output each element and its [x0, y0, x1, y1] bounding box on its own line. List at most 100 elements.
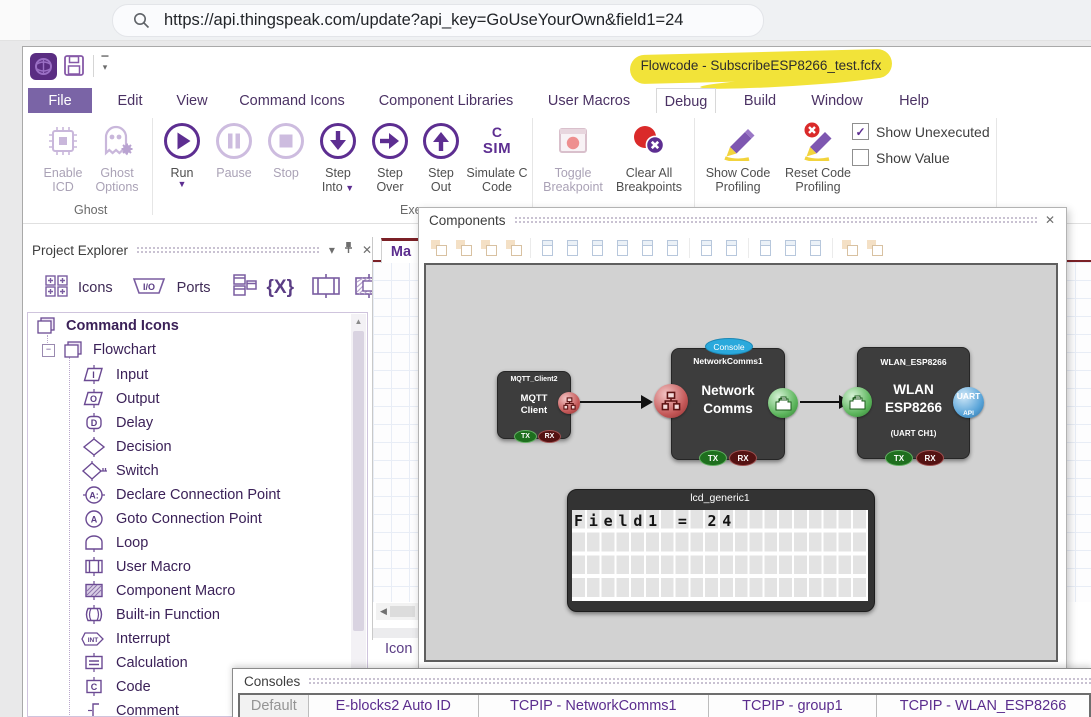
- grid-snap-icon[interactable]: [807, 239, 824, 256]
- tree-item-interrupt[interactable]: INT Interrupt: [80, 629, 170, 649]
- tree-item-loop[interactable]: Loop: [80, 533, 148, 552]
- ports-label[interactable]: Ports: [177, 280, 211, 296]
- clear-all-breakpoints-button[interactable]: Clear All Breakpoints: [610, 120, 688, 195]
- send-to-back-icon[interactable]: [505, 239, 522, 256]
- pin-icon[interactable]: [343, 241, 354, 259]
- quick-access-caret-icon[interactable]: ▔▾: [100, 58, 110, 70]
- reset-code-profiling-button[interactable]: Reset Code Profiling: [778, 120, 858, 195]
- tree-item-delay[interactable]: D Delay: [80, 413, 153, 432]
- checkbox-icon[interactable]: [852, 149, 869, 166]
- console-tab-eblocks2-auto-id[interactable]: E-blocks2 Auto ID: [309, 695, 479, 717]
- uart-api-connector-icon[interactable]: UARTAPI: [953, 387, 984, 418]
- ports-icon[interactable]: I/O: [130, 276, 168, 301]
- menu-tab-view[interactable]: View: [168, 88, 216, 113]
- tree-item-builtin-function[interactable]: Built-in Function: [80, 605, 220, 624]
- show-value-checkbox[interactable]: Show Value: [852, 149, 950, 166]
- simulate-c-code-button[interactable]: CSIM Simulate C Code: [466, 120, 528, 195]
- step-over-button[interactable]: Step Over: [366, 120, 414, 195]
- tree-item-decision[interactable]: Decision: [80, 437, 172, 457]
- scroll-left-icon[interactable]: ◀: [376, 606, 387, 617]
- console-tab-default[interactable]: Default: [240, 695, 309, 717]
- menu-tab-user-macros[interactable]: User Macros: [544, 88, 634, 113]
- tree-item-user-macro[interactable]: User Macro: [80, 557, 191, 576]
- align-middle-icon[interactable]: [639, 239, 656, 256]
- show-unexecuted-checkbox[interactable]: ✓ Show Unexecuted: [852, 123, 990, 140]
- panel-drag-texture[interactable]: [308, 677, 1091, 686]
- stop-button[interactable]: Stop: [262, 120, 310, 180]
- tree-scrollbar[interactable]: ▲: [351, 314, 366, 716]
- bring-to-front-icon[interactable]: [480, 239, 497, 256]
- menu-tab-help[interactable]: Help: [892, 88, 936, 113]
- space-horizontal-icon[interactable]: [757, 239, 774, 256]
- horizontal-scrollbar[interactable]: ◀: [376, 603, 418, 620]
- menu-tab-command-icons[interactable]: Command Icons: [238, 88, 346, 113]
- network-connector-icon[interactable]: [654, 384, 688, 418]
- lcd-name: lcd_generic1: [567, 492, 873, 504]
- close-icon[interactable]: ✕: [1045, 213, 1055, 227]
- windows-layout-icon[interactable]: [232, 273, 258, 304]
- collapse-expander[interactable]: −: [42, 344, 55, 357]
- checkbox-icon[interactable]: ✓: [852, 123, 869, 140]
- align-center-icon[interactable]: [564, 239, 581, 256]
- expression-icon[interactable]: {X}: [267, 277, 294, 299]
- delay-icon: D: [80, 413, 108, 432]
- tree-item-goto-connection-point[interactable]: A Goto Connection Point: [80, 509, 262, 529]
- ghost-options-button[interactable]: Ghost Options: [88, 120, 146, 195]
- bring-forward-icon[interactable]: [430, 239, 447, 256]
- distribute-horizontal-icon[interactable]: [698, 239, 715, 256]
- url-text[interactable]: https://api.thingspeak.com/update?api_ke…: [164, 11, 683, 30]
- enable-icd-button[interactable]: Enable ICD: [36, 120, 90, 195]
- menu-tab-edit[interactable]: Edit: [108, 88, 152, 113]
- menu-tab-build[interactable]: Build: [738, 88, 782, 113]
- panel-drag-texture[interactable]: [514, 216, 1037, 225]
- icons-view-icon[interactable]: [45, 275, 69, 302]
- icons-view-label[interactable]: Icons: [78, 280, 113, 296]
- send-backward-icon[interactable]: [455, 239, 472, 256]
- tree-root-command-icons[interactable]: Command Icons: [36, 317, 179, 335]
- tree-item-calculation[interactable]: Calculation: [80, 653, 188, 672]
- toggle-breakpoint-button[interactable]: Toggle Breakpoint: [538, 120, 608, 195]
- pause-button[interactable]: Pause: [210, 120, 258, 180]
- tree-item-output[interactable]: O Output: [80, 389, 160, 408]
- close-icon[interactable]: ✕: [362, 243, 372, 257]
- console-badge[interactable]: Console: [705, 338, 753, 355]
- tree-group-flowchart[interactable]: − Flowchart: [42, 341, 156, 359]
- address-bar[interactable]: https://api.thingspeak.com/update?api_ke…: [112, 4, 764, 37]
- ethernet-connector-icon[interactable]: [768, 388, 798, 418]
- align-left-icon[interactable]: [539, 239, 556, 256]
- distribute-vertical-icon[interactable]: [723, 239, 740, 256]
- save-icon[interactable]: [63, 54, 85, 82]
- run-button[interactable]: Run ▼: [158, 120, 206, 188]
- group-icon[interactable]: [841, 239, 858, 256]
- console-tab-tcpip-group1[interactable]: TCPIP - group1: [709, 695, 877, 717]
- scrollbar-thumb[interactable]: [353, 331, 364, 631]
- space-vertical-icon[interactable]: [782, 239, 799, 256]
- menu-tab-window[interactable]: Window: [806, 88, 868, 113]
- tree-item-input[interactable]: I Input: [80, 365, 148, 384]
- run-dropdown-icon[interactable]: ▼: [178, 180, 187, 188]
- console-tab-tcpip-wlan-esp8266[interactable]: TCPIP - WLAN_ESP8266: [877, 695, 1089, 717]
- tree-item-component-macro[interactable]: Component Macro: [80, 581, 235, 600]
- tree-item-declare-connection-point[interactable]: A: Declare Connection Point: [80, 485, 280, 505]
- ethernet-connector-icon[interactable]: [842, 387, 872, 417]
- tree-item-switch[interactable]: Switch: [80, 461, 159, 481]
- align-right-icon[interactable]: [589, 239, 606, 256]
- ungroup-icon[interactable]: [866, 239, 883, 256]
- console-tab-tcpip-networkcomms1[interactable]: TCPIP - NetworkComms1: [479, 695, 709, 717]
- scroll-up-icon[interactable]: ▲: [351, 314, 366, 329]
- tree-item-code[interactable]: C Code: [80, 677, 151, 696]
- step-out-button[interactable]: Step Out: [418, 120, 464, 195]
- panel-menu-icon[interactable]: ▾: [329, 243, 335, 257]
- align-bottom-icon[interactable]: [664, 239, 681, 256]
- step-into-button[interactable]: Step Into ▼: [314, 120, 362, 195]
- menu-tab-debug[interactable]: Debug: [656, 88, 716, 114]
- mqtt-connector-icon[interactable]: [558, 392, 580, 414]
- flowchart-tab-main[interactable]: Ma: [381, 238, 421, 263]
- tree-item-comment[interactable]: Comment: [80, 701, 179, 717]
- show-code-profiling-button[interactable]: Show Code Profiling: [698, 120, 778, 195]
- menu-tab-file[interactable]: File: [28, 88, 92, 113]
- panel-drag-texture[interactable]: [136, 246, 321, 255]
- menu-tab-component-libraries[interactable]: Component Libraries: [376, 88, 516, 113]
- align-top-icon[interactable]: [614, 239, 631, 256]
- macro-view-icon[interactable]: [309, 274, 343, 303]
